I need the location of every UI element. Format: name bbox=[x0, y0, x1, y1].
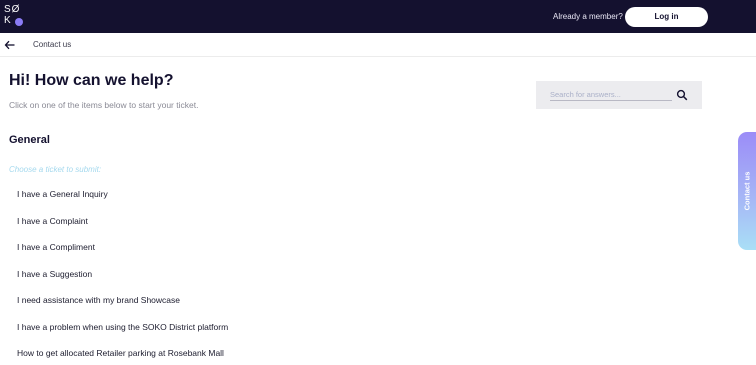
soko-logo[interactable]: SØ K bbox=[4, 4, 24, 28]
ticket-brand-showcase[interactable]: I need assistance with my brand Showcase bbox=[17, 294, 417, 321]
section-title-general: General bbox=[9, 134, 50, 146]
ticket-platform-problem[interactable]: I have a problem when using the SOKO Dis… bbox=[17, 321, 417, 348]
ticket-compliment[interactable]: I have a Compliment bbox=[17, 241, 417, 268]
search-icon[interactable] bbox=[676, 89, 688, 101]
contact-us-tab-label: Contact us bbox=[742, 171, 752, 211]
contact-us-side-tab[interactable]: Contact us bbox=[738, 132, 756, 250]
search-input[interactable] bbox=[550, 89, 672, 101]
sub-navbar: Contact us bbox=[0, 33, 756, 57]
ticket-complaint[interactable]: I have a Complaint bbox=[17, 215, 417, 242]
choose-ticket-label: Choose a ticket to submit: bbox=[9, 165, 102, 174]
back-arrow-icon[interactable] bbox=[4, 39, 16, 51]
ticket-general-inquiry[interactable]: I have a General Inquiry bbox=[17, 188, 417, 215]
breadcrumb: Contact us bbox=[33, 40, 72, 49]
ticket-suggestion[interactable]: I have a Suggestion bbox=[17, 268, 417, 295]
ticket-list: I have a General Inquiry I have a Compla… bbox=[17, 188, 417, 365]
logo-dot bbox=[15, 18, 23, 26]
page-title: Hi! How can we help? bbox=[9, 72, 174, 89]
page-subtitle: Click on one of the items below to start… bbox=[9, 100, 199, 110]
ticket-retailer-parking[interactable]: How to get allocated Retailer parking at… bbox=[17, 347, 417, 365]
top-navbar: SØ K Already a member? Log in bbox=[0, 0, 756, 33]
already-member-text: Already a member? bbox=[553, 12, 623, 21]
login-button[interactable]: Log in bbox=[625, 7, 708, 27]
search-box bbox=[536, 81, 702, 109]
